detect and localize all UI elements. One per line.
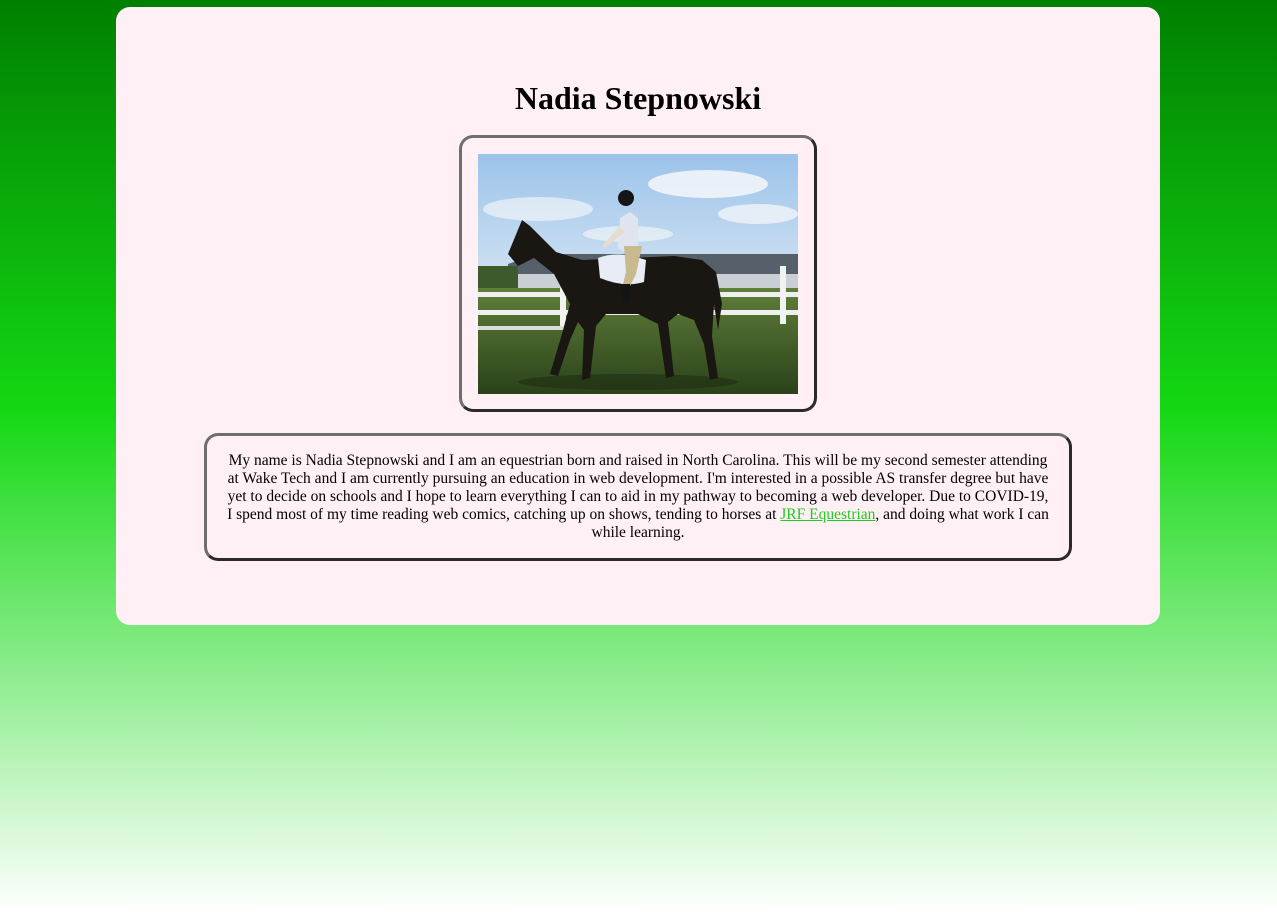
content-card: Nadia Stepnowski My name is Nadia Stepno… bbox=[116, 7, 1160, 625]
bio-box: My name is Nadia Stepnowski and I am an … bbox=[204, 433, 1072, 561]
photo-frame bbox=[459, 135, 817, 412]
jrf-equestrian-link[interactable]: JRF Equestrian bbox=[780, 506, 875, 523]
page-title: Nadia Stepnowski bbox=[514, 80, 762, 116]
profile-photo bbox=[478, 154, 798, 394]
